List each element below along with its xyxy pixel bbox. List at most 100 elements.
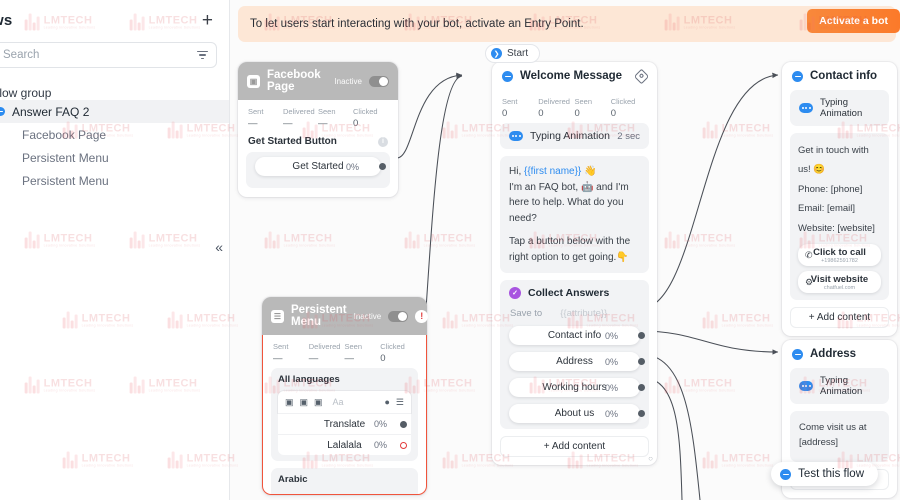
stat-value: — <box>273 353 283 364</box>
facebook-stats-row: Sent — Delivered — Seen — Clicked 0 <box>238 100 398 133</box>
website-url: chatfuel.com <box>823 284 856 291</box>
search-input[interactable] <box>3 49 197 61</box>
flows-sidebar: ws + Flow group Answer FAQ 2 Facebook Pa… <box>0 0 230 500</box>
tag-icon[interactable] <box>633 68 650 84</box>
list-icon[interactable]: ☰ <box>396 397 404 408</box>
facebook-active-toggle[interactable] <box>369 75 389 87</box>
stat-key: Seen <box>574 97 593 106</box>
address-typing-block[interactable]: Typing Animation <box>790 368 889 404</box>
typing-label: Typing Animation <box>820 375 863 397</box>
stat-key: Clicked <box>380 342 405 351</box>
arabic-language-block: Arabic <box>271 468 418 494</box>
collect-button-contact-info[interactable]: Contact info 0% <box>509 326 645 345</box>
button-label: Translate <box>323 418 366 430</box>
output-port[interactable] <box>638 358 645 365</box>
collapse-sidebar-icon[interactable]: « <box>215 240 223 254</box>
visit-website-button[interactable]: ⚙ Visit website chatfuel.com <box>798 271 881 294</box>
persistent-menu-button-lalalala[interactable]: Lalalala 0% <box>278 434 411 455</box>
collect-button-address[interactable]: Address 0% <box>509 352 645 371</box>
bubble-line-3: Tap a button below with the right option… <box>509 236 631 263</box>
stat-value: 0 <box>610 108 617 119</box>
welcome-text-bubble[interactable]: Hi, {{first name}} 👋 I'm an FAQ bot, 🤖 a… <box>500 156 649 273</box>
composer-placeholder[interactable]: Aa <box>329 397 379 407</box>
sidebar-item-label: Persistent Menu <box>22 173 109 188</box>
address-card-title: Address <box>810 348 857 360</box>
collect-answers-header: ✓ Collect Answers <box>500 287 649 305</box>
stat-value: 0 <box>538 108 544 119</box>
arabic-label: Arabic <box>278 474 308 485</box>
typing-animation-block[interactable]: Typing Animation 2 sec <box>500 123 649 149</box>
banner-text: To let users start interacting with your… <box>250 18 584 30</box>
facebook-status-label: Inactive <box>334 76 362 86</box>
output-port[interactable] <box>638 332 645 339</box>
output-port[interactable] <box>379 163 386 170</box>
emoji-icon[interactable]: ● <box>384 397 389 407</box>
welcome-message-card[interactable]: Welcome Message Sent 0 Delivered 0 Seen … <box>492 62 657 465</box>
add-flow-button[interactable]: + <box>200 11 215 30</box>
typing-label: Typing Animation <box>820 97 863 119</box>
output-port[interactable] <box>400 420 407 428</box>
message-bubble-icon <box>780 468 792 480</box>
button-pct: 0% <box>604 356 618 367</box>
stat-delivered: Delivered 0 <box>538 97 574 119</box>
flow-canvas[interactable]: To let users start interacting with your… <box>230 0 900 500</box>
button-pct: 0% <box>604 330 618 341</box>
get-started-button[interactable]: Get Started 0% <box>255 157 386 176</box>
stat-key: Delivered <box>308 342 341 351</box>
get-started-block: Get Started 0% <box>246 152 390 188</box>
card-settings-icon[interactable]: ○ <box>648 454 653 463</box>
typing-label: Typing Animation <box>530 130 610 142</box>
button-label: Lalalala <box>327 439 362 451</box>
welcome-card-header: Welcome Message <box>492 62 657 90</box>
camera-icon[interactable]: ▣ <box>285 397 294 408</box>
sidebar-item-facebook-page[interactable]: Facebook Page <box>0 123 229 146</box>
first-name-variable: {{first name}} <box>524 166 582 177</box>
click-to-call-button[interactable]: ✆ Click to call +19862591782 <box>798 244 881 267</box>
sidebar-item-answer-faq-2[interactable]: Answer FAQ 2 <box>0 100 229 123</box>
contact-content-block: Get in touch with us! 😊 Phone: [phone] E… <box>790 133 889 301</box>
address-text-bubble[interactable]: Come visit us at [address] <box>790 411 889 463</box>
contact-info-card[interactable]: Contact info Typing Animation Get in tou… <box>782 62 897 337</box>
contact-typing-block[interactable]: Typing Animation <box>790 90 889 126</box>
message-composer[interactable]: ▣ ▣ ▣ Aa ● ☰ <box>278 391 411 413</box>
start-pill[interactable]: ❯ Start <box>485 44 541 63</box>
output-port[interactable] <box>638 384 645 391</box>
welcome-add-content-button[interactable]: + Add content <box>500 436 649 457</box>
warning-icon[interactable]: ! <box>415 309 429 323</box>
info-icon[interactable]: i <box>378 136 388 147</box>
button-pct: 0% <box>604 408 618 419</box>
image-icon[interactable]: ▣ <box>300 397 309 408</box>
persistent-menu-toggle[interactable] <box>388 310 409 322</box>
contact-lines: Get in touch with us! 😊 Phone: [phone] E… <box>798 141 881 238</box>
activate-bot-button[interactable]: Activate a bot <box>807 9 900 33</box>
stat-value: 0 <box>574 108 580 119</box>
sidebar-item-label: Answer FAQ 2 <box>12 104 90 119</box>
sidebar-item-persistent-menu-2[interactable]: Persistent Menu <box>0 169 229 192</box>
sidebar-item-label: Persistent Menu <box>22 150 109 165</box>
output-port[interactable] <box>638 410 645 417</box>
save-to-row[interactable]: Save to {{attribute}} <box>500 305 649 326</box>
collect-button-about-us[interactable]: About us 0% <box>509 404 645 423</box>
persistent-menu-card[interactable]: ☰ Persistent Menu Inactive ! Sent — Deli… <box>262 297 429 495</box>
all-languages-label: All languages <box>278 374 340 385</box>
video-icon[interactable]: ▣ <box>314 397 323 408</box>
sidebar-item-persistent-menu-1[interactable]: Persistent Menu <box>0 146 229 169</box>
button-label: Address <box>556 356 593 367</box>
stat-key: Clicked <box>353 107 378 116</box>
welcome-card-title: Welcome Message <box>520 70 623 82</box>
persistent-menu-button-translate[interactable]: Translate 0% <box>278 413 411 434</box>
contact-add-content-button[interactable]: + Add content <box>790 307 889 329</box>
facebook-page-card[interactable]: ▣ Facebook Page Inactive Sent — Delivere… <box>238 62 398 197</box>
save-to-label: Save to <box>510 308 543 319</box>
test-this-flow-button[interactable]: Test this flow <box>771 462 878 486</box>
collect-button-working-hours[interactable]: Working hours 0% <box>509 378 645 397</box>
stat-seen: Seen — <box>345 342 381 364</box>
contact-card-header: Contact info <box>782 62 897 90</box>
contact-card-title: Contact info <box>810 70 878 82</box>
stat-sent: Sent 0 <box>502 97 538 119</box>
button-label: Contact info <box>547 330 602 341</box>
output-port-error[interactable] <box>400 441 407 449</box>
filter-icon[interactable] <box>197 51 208 59</box>
collect-answers-block: ✓ Collect Answers Save to {{attribute}} … <box>500 280 649 429</box>
search-box[interactable] <box>0 42 217 68</box>
